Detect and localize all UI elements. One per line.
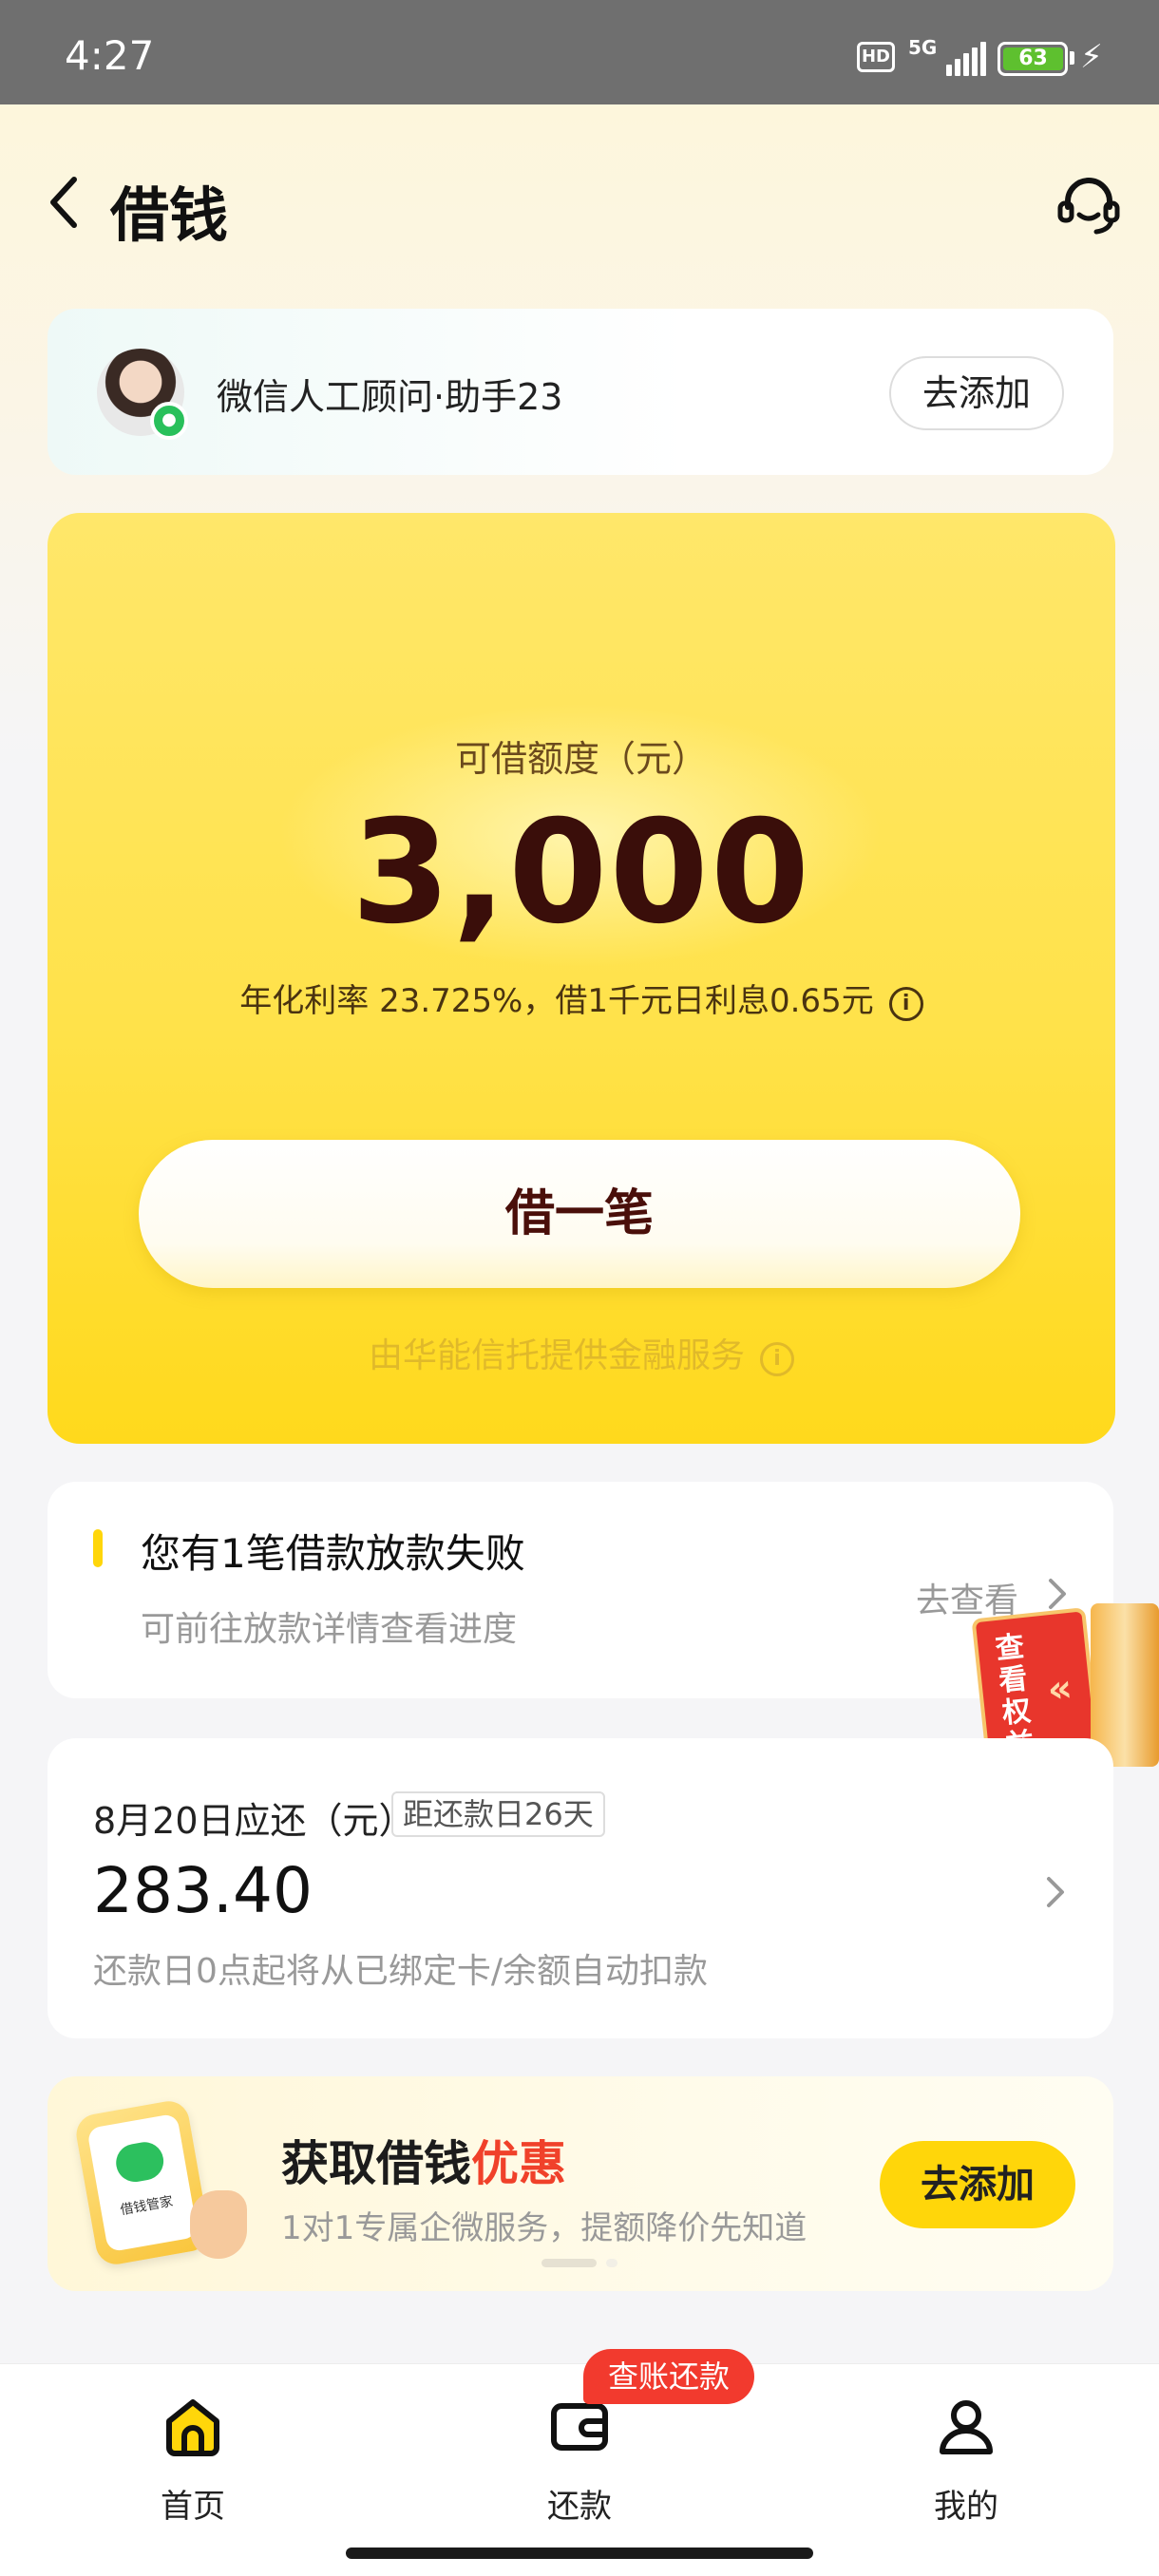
promo-title-highlight: 优惠 (471, 2136, 566, 2191)
quota-amount: 3,000 (351, 790, 812, 956)
carousel-dot-active (542, 2259, 597, 2267)
promo-title-main: 获取借钱 (281, 2136, 471, 2191)
network-type: 5G (908, 36, 938, 59)
promo-title: 获取借钱优惠 (281, 2126, 566, 2194)
nav-label-home: 首页 (161, 2488, 225, 2526)
credit-hero-card: 可借额度（元） 3,000 年化利率 23.725%，借1千元日利息0.65元 i… (48, 513, 1115, 1444)
notice-accent-bar (93, 1529, 103, 1567)
rate-info-icon[interactable]: i (888, 987, 923, 1021)
nav-item-home[interactable]: 首页 (98, 2393, 288, 2527)
advisor-label: 微信人工顾问·助手23 (217, 376, 563, 418)
notice-subtitle: 可前往放款详情查看进度 (141, 1610, 518, 1649)
notice-title: 您有1笔借款放款失败 (141, 1530, 525, 1577)
status-bar: 4:27 HD 5G 63 ⚡ (0, 0, 1159, 104)
charging-icon: ⚡ (1080, 38, 1103, 76)
nav-item-repay[interactable]: 还款 (484, 2393, 674, 2527)
page-title: 借钱 (110, 180, 229, 250)
customer-service-icon[interactable] (1054, 171, 1123, 239)
back-icon[interactable] (48, 174, 80, 231)
nav-item-profile[interactable]: 我的 (871, 2393, 1061, 2527)
provider-info-icon[interactable]: i (760, 1342, 794, 1376)
nav-label-repay: 还款 (547, 2488, 612, 2526)
nav-label-profile: 我的 (934, 2488, 998, 2526)
wechat-advisor-card[interactable]: ● 微信人工顾问·助手23 去添加 (48, 309, 1113, 475)
loan-failure-notice[interactable]: 您有1笔借款放款失败 可前往放款详情查看进度 去查看 (48, 1482, 1113, 1698)
rate-text: 年化利率 23.725%，借1千元日利息0.65元 (239, 982, 874, 1020)
hd-icon: HD (857, 42, 895, 72)
carousel-dot (606, 2259, 618, 2267)
promo-banner[interactable]: 借钱管家 获取借钱优惠 1对1专属企微服务，提额降价先知道 去添加 (48, 2076, 1113, 2291)
phone-screen-label: 借钱管家 (119, 2193, 175, 2219)
repayment-date-label: 8月20日应还（元） (93, 1800, 415, 1842)
days-left-badge: 距还款日26天 (391, 1791, 605, 1837)
quota-label: 可借额度（元） (454, 738, 708, 780)
borrow-button[interactable]: 借一笔 (139, 1140, 1020, 1288)
battery-tip (1070, 51, 1074, 65)
chevron-right-icon (1047, 1877, 1064, 1907)
repayment-amount: 283.40 (93, 1854, 313, 1927)
bill-repay-badge[interactable]: 查账还款 (583, 2349, 754, 2404)
carousel-dots (542, 2259, 618, 2268)
promo-add-button[interactable]: 去添加 (880, 2141, 1075, 2228)
repayment-note: 还款日0点起将从已绑定卡/余额自动扣款 (93, 1952, 709, 1991)
wechat-icon (113, 2139, 167, 2186)
hand-illustration (190, 2190, 247, 2259)
promo-subtitle: 1对1专属企微服务，提额降价先知道 (281, 2209, 808, 2247)
double-chevron-left-icon: « (1045, 1666, 1074, 1713)
repayment-card[interactable]: 8月20日应还（元） 距还款日26天 283.40 还款日0点起将从已绑定卡/余… (48, 1738, 1113, 2038)
home-icon (166, 2399, 219, 2456)
provider-text: 由华能信托提供金融服务 (368, 1336, 745, 1375)
battery-icon: 63 (998, 42, 1068, 76)
rate-row: 年化利率 23.725%，借1千元日利息0.65元 i (48, 975, 1115, 1021)
wechat-icon: ● (150, 402, 188, 440)
battery-level: 63 (1003, 47, 1063, 70)
bottom-nav: 首页 还款 查账还款 我的 (0, 2349, 1159, 2576)
home-indicator[interactable] (346, 2548, 813, 2559)
signal-icon (940, 42, 986, 76)
profile-icon (940, 2400, 993, 2454)
add-advisor-button[interactable]: 去添加 (889, 356, 1064, 430)
provider-row: 由华能信托提供金融服务 i (48, 1328, 1115, 1377)
phone-screen: 借钱管家 (86, 2112, 199, 2253)
phone-illustration: 借钱管家 (73, 2097, 212, 2268)
status-time: 4:27 (65, 32, 155, 79)
